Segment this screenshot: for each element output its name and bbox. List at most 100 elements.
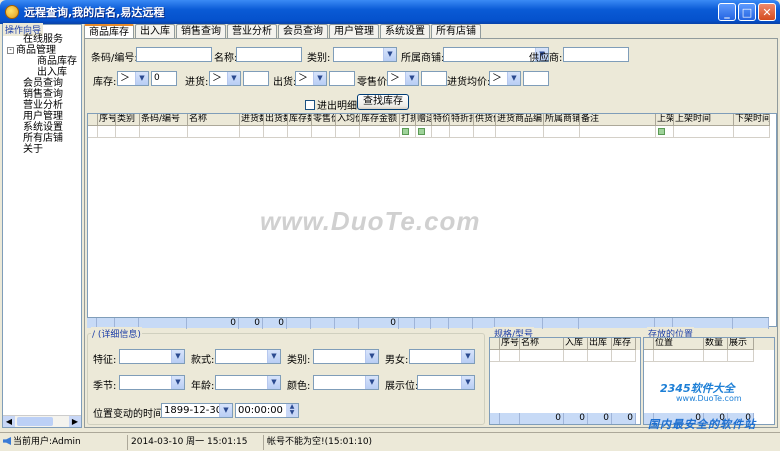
grid-cell[interactable]: [496, 126, 544, 138]
grid-column-header[interactable]: 赠送: [416, 114, 432, 126]
grid-column-header[interactable]: 特折扣: [450, 114, 474, 126]
grid-column-header[interactable]: 类别: [116, 114, 140, 126]
grid-cell[interactable]: [450, 126, 474, 138]
grid-cell[interactable]: [188, 126, 240, 138]
minimize-button[interactable]: _: [718, 3, 736, 21]
grid-column-header[interactable]: 备注: [580, 114, 656, 126]
sidebar-item[interactable]: 销售查询: [3, 89, 81, 100]
out-op-select[interactable]: ＞ ▼: [295, 71, 327, 86]
tab[interactable]: 出入库: [135, 24, 175, 38]
sidebar-item[interactable]: 会员查询: [3, 78, 81, 89]
grid-cell[interactable]: [264, 126, 288, 138]
stock-value-input[interactable]: 0: [151, 71, 177, 86]
grid-column-header[interactable]: 下架时间: [734, 114, 770, 126]
chevron-down-icon[interactable]: ▼: [171, 376, 184, 389]
grid-column-header[interactable]: 特价: [432, 114, 450, 126]
spec-select[interactable]: ▼: [119, 349, 185, 364]
table-row[interactable]: [644, 350, 774, 362]
detail-checkbox[interactable]: [305, 99, 315, 110]
grid-cell[interactable]: [704, 350, 728, 362]
location-column-header[interactable]: 数量: [704, 338, 728, 350]
tab[interactable]: 用户管理: [329, 24, 379, 38]
stock-op-select[interactable]: ＞ ▼: [117, 71, 149, 86]
location-column-header[interactable]: 位置: [654, 338, 704, 350]
tab[interactable]: 营业分析: [227, 24, 277, 38]
chevron-down-icon[interactable]: ▼: [313, 72, 326, 85]
grid-cell[interactable]: [416, 126, 432, 138]
pos-date-picker[interactable]: 1899-12-30 ▼: [161, 403, 233, 418]
grid-cell[interactable]: [674, 126, 734, 138]
grid-cell[interactable]: [656, 126, 674, 138]
grid-cell[interactable]: [360, 126, 400, 138]
chevron-down-icon[interactable]: ▼: [267, 376, 280, 389]
table-row[interactable]: [88, 126, 770, 138]
grid-cell[interactable]: [98, 126, 116, 138]
gender-select[interactable]: ▼: [409, 349, 475, 364]
grid-cell[interactable]: [588, 350, 612, 362]
grid-cell[interactable]: [564, 350, 588, 362]
retail-value-input[interactable]: [421, 71, 447, 86]
grid-column-header[interactable]: 库存数: [288, 114, 312, 126]
sidebar-item[interactable]: 所有店铺: [3, 133, 81, 144]
grid-cell[interactable]: [288, 126, 312, 138]
sidebar-item[interactable]: 系统设置: [3, 122, 81, 133]
tab[interactable]: 系统设置: [380, 24, 430, 38]
spin-arrows-icon[interactable]: ▲ ▼: [286, 404, 298, 417]
chevron-down-icon[interactable]: ▼: [507, 72, 520, 85]
detail-checkbox-wrap[interactable]: 进出明细: [305, 97, 357, 112]
sidebar-item[interactable]: 用户管理: [3, 111, 81, 122]
in-op-select[interactable]: ＞ ▼: [209, 71, 241, 86]
grid-column-header[interactable]: 入均价: [336, 114, 360, 126]
sidebar-item[interactable]: 关于: [3, 144, 81, 155]
grid-column-header[interactable]: 所属商铺: [544, 114, 580, 126]
barcode-input[interactable]: [136, 47, 212, 62]
grid-cell[interactable]: [400, 126, 416, 138]
chevron-down-icon[interactable]: ▼: [219, 404, 232, 417]
cell-checkbox[interactable]: [418, 128, 425, 135]
grid-column-header[interactable]: 上架时间: [674, 114, 734, 126]
grid-column-header[interactable]: 进货商品编: [496, 114, 544, 126]
location-column-header[interactable]: 展示: [728, 338, 754, 350]
grid-cell[interactable]: [474, 126, 496, 138]
grid-cell[interactable]: [728, 350, 754, 362]
table-row[interactable]: [490, 350, 640, 362]
grid-cell[interactable]: [500, 350, 520, 362]
chevron-down-icon[interactable]: ▼: [227, 72, 240, 85]
grid-cell[interactable]: [580, 126, 656, 138]
search-stock-button[interactable]: 查找库存: [357, 94, 409, 110]
name-input[interactable]: [236, 47, 302, 62]
grid-column-header[interactable]: 供货价: [474, 114, 496, 126]
grid-column-header[interactable]: 出货数: [264, 114, 288, 126]
chevron-down-icon[interactable]: ▼: [267, 350, 280, 363]
chevron-down-icon[interactable]: ▼: [135, 72, 148, 85]
avg-op-select[interactable]: ＞ ▼: [489, 71, 521, 86]
cell-checkbox[interactable]: [402, 128, 409, 135]
grid-cell[interactable]: [140, 126, 188, 138]
grid-cell[interactable]: [734, 126, 770, 138]
chevron-down-icon[interactable]: ▼: [365, 350, 378, 363]
pos-time-spinner[interactable]: 00:00:00 ▲ ▼: [235, 403, 299, 418]
grid-cell[interactable]: [544, 126, 580, 138]
sidebar-item[interactable]: 在线服务: [3, 34, 81, 45]
grid-column-header[interactable]: 上架: [656, 114, 674, 126]
scroll-right-icon[interactable]: ▶: [69, 416, 81, 427]
chevron-down-icon[interactable]: ▼: [461, 350, 474, 363]
maximize-button[interactable]: □: [738, 3, 756, 21]
sidebar-scrollbar[interactable]: ◀ ▶: [3, 415, 81, 427]
retail-op-select[interactable]: ＞ ▼: [387, 71, 419, 86]
chevron-down-icon[interactable]: ▼: [461, 376, 474, 389]
chevron-down-icon[interactable]: ▼: [171, 350, 184, 363]
close-button[interactable]: ✕: [758, 3, 776, 21]
supplier-input[interactable]: [563, 47, 629, 62]
in-value-input[interactable]: [243, 71, 269, 86]
tree-collapse-icon[interactable]: -: [7, 46, 14, 54]
spec-column-header[interactable]: 序号: [500, 338, 520, 350]
sidebar-item[interactable]: 出入库: [3, 67, 81, 78]
spec-column-header[interactable]: 名称: [520, 338, 564, 350]
tab[interactable]: 会员查询: [278, 24, 328, 38]
age-select[interactable]: ▼: [215, 375, 281, 390]
out-value-input[interactable]: [329, 71, 355, 86]
season-select[interactable]: ▼: [119, 375, 185, 390]
grid-row-indicator[interactable]: [88, 126, 98, 138]
grid-column-header[interactable]: 零售价: [312, 114, 336, 126]
